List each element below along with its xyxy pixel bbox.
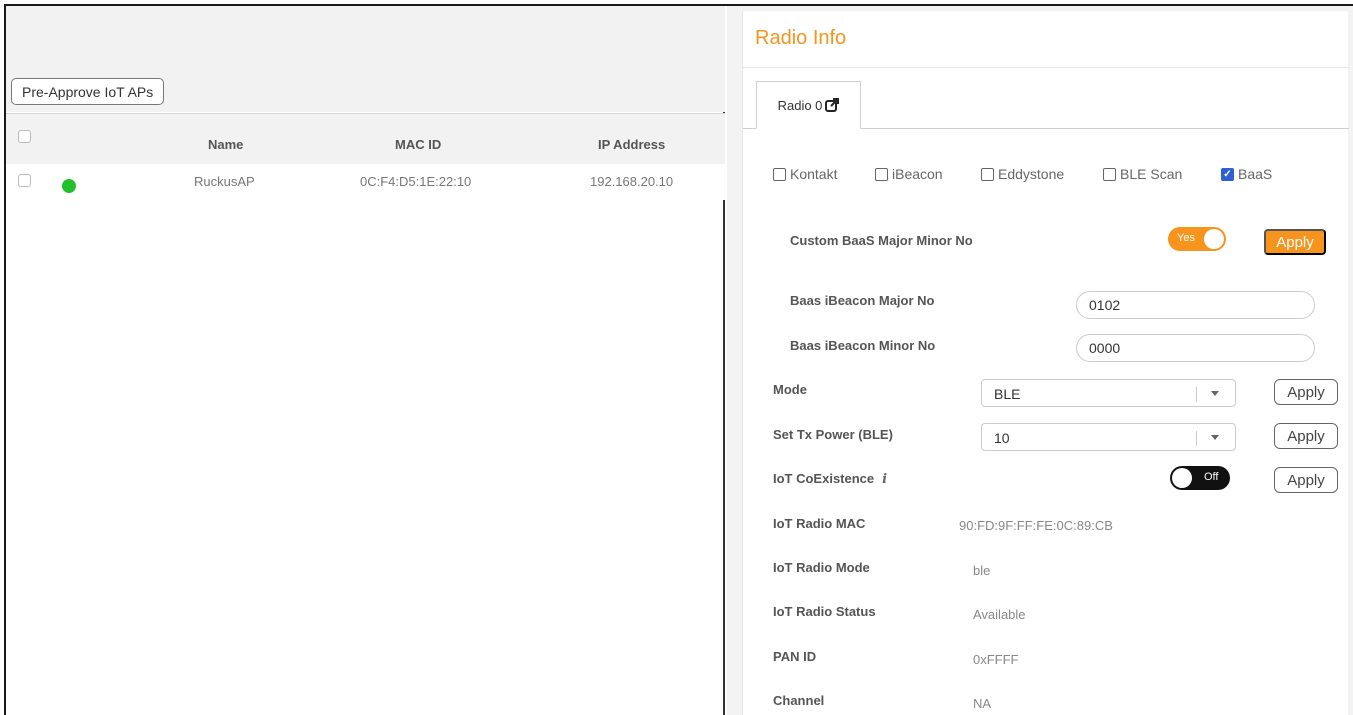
baas-checkbox-box[interactable]: ✓ <box>1221 167 1234 181</box>
column-header-ip-address[interactable]: IP Address <box>598 137 665 152</box>
status-online-icon <box>62 179 76 193</box>
coexistence-label: IoT CoExistence i <box>773 471 887 487</box>
apply-mode-button[interactable]: Apply <box>1274 379 1338 405</box>
tx-power-label: Set Tx Power (BLE) <box>773 427 893 442</box>
checkbox-eddystone[interactable]: Eddystone <box>981 166 1064 182</box>
radio-mode-value: ble <box>973 563 991 578</box>
coexistence-toggle[interactable]: Off <box>1170 466 1230 490</box>
external-link-icon[interactable] <box>825 98 840 112</box>
radio-info-title: Radio Info <box>755 27 847 49</box>
pan-id-value: 0xFFFF <box>973 652 1019 667</box>
radio-mac-value: 90:FD:9F:FF:FE:0C:89:CB <box>959 518 1113 533</box>
coexistence-toggle-text: Off <box>1204 471 1219 483</box>
ibeacon-checkbox-box[interactable] <box>875 167 888 181</box>
radio-info-card: Radio Info Radio 0 Kontakt iBeacon Eddys… <box>742 11 1349 715</box>
mode-select-value: BLE <box>994 386 1021 402</box>
info-icon[interactable]: i <box>882 472 887 487</box>
pre-approve-iot-aps-button[interactable]: Pre-Approve IoT APs <box>11 78 165 105</box>
channel-label: Channel <box>773 693 825 708</box>
checkbox-baas[interactable]: ✓ BaaS <box>1221 166 1272 182</box>
tab-radio-0-label: Radio 0 <box>777 97 823 113</box>
minor-no-input[interactable]: 0000 <box>1076 334 1315 362</box>
tab-radio-0[interactable]: Radio 0 <box>756 81 861 129</box>
ble-scan-label: BLE Scan <box>1120 166 1183 182</box>
radio-mode-label: IoT Radio Mode <box>773 560 870 575</box>
apply-tx-power-button[interactable]: Apply <box>1274 423 1338 449</box>
pan-id-label: PAN ID <box>773 649 817 664</box>
tx-power-select-value: 10 <box>994 430 1010 446</box>
toggle-knob <box>1172 468 1192 488</box>
coexistence-label-text: IoT CoExistence <box>773 471 875 486</box>
mode-select[interactable]: BLE <box>981 379 1236 407</box>
custom-baas-label: Custom BaaS Major Minor No <box>790 233 973 248</box>
select-separator <box>1196 431 1197 446</box>
custom-baas-toggle[interactable]: Yes <box>1168 227 1226 251</box>
channel-value: NA <box>973 696 992 711</box>
toggle-knob <box>1204 229 1224 249</box>
column-header-name[interactable]: Name <box>208 137 243 152</box>
chevron-down-icon <box>1211 435 1219 440</box>
column-header-mac-id[interactable]: MAC ID <box>395 137 441 152</box>
major-no-input[interactable]: 0102 <box>1076 291 1315 319</box>
radio-status-value: Available <box>973 607 1026 622</box>
radio-mac-label: IoT Radio MAC <box>773 516 866 531</box>
custom-baas-toggle-text: Yes <box>1177 232 1195 244</box>
checkbox-ibeacon[interactable]: iBeacon <box>875 166 943 182</box>
kontakt-checkbox-box[interactable] <box>773 167 786 181</box>
eddystone-checkbox-box[interactable] <box>981 167 994 181</box>
ap-list-panel: Pre-Approve IoT APs Name MAC ID IP Addre… <box>6 6 725 715</box>
cell-mac-id: 0C:F4:D5:1E:22:10 <box>360 174 472 189</box>
eddystone-label: Eddystone <box>998 166 1065 182</box>
apply-coexistence-button[interactable]: Apply <box>1274 467 1338 493</box>
apply-custom-baas-button[interactable]: Apply <box>1264 229 1326 255</box>
cell-ip-address: 192.168.20.10 <box>590 174 674 189</box>
table-row[interactable]: RuckusAP 0C:F4:D5:1E:22:10 192.168.20.10 <box>6 164 725 200</box>
select-all-checkbox[interactable] <box>18 130 31 143</box>
radio-status-label: IoT Radio Status <box>773 604 876 619</box>
checkbox-ble-scan[interactable]: BLE Scan <box>1103 166 1182 182</box>
mode-label: Mode <box>773 382 807 397</box>
minor-no-label: Baas iBeacon Minor No <box>790 338 936 353</box>
select-separator <box>1196 387 1197 402</box>
table-header: Name MAC ID IP Address <box>6 113 725 164</box>
ble-scan-checkbox-box[interactable] <box>1103 167 1116 181</box>
chevron-down-icon <box>1211 391 1219 396</box>
major-no-label: Baas iBeacon Major No <box>790 293 935 308</box>
ibeacon-label: iBeacon <box>892 166 943 182</box>
kontakt-label: Kontakt <box>790 166 838 182</box>
cell-name: RuckusAP <box>194 174 255 189</box>
row-checkbox[interactable] <box>18 174 31 187</box>
baas-label: BaaS <box>1238 166 1273 182</box>
checkbox-kontakt[interactable]: Kontakt <box>773 166 837 182</box>
title-divider <box>743 67 1349 68</box>
radio-info-panel: Radio Info Radio 0 Kontakt iBeacon Eddys… <box>727 6 1353 715</box>
tx-power-select[interactable]: 10 <box>981 423 1236 451</box>
